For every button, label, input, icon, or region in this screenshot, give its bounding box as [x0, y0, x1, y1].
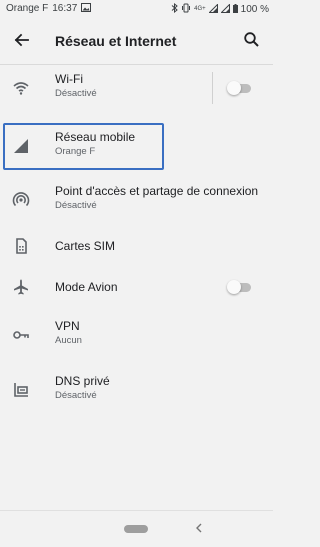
app-bar-divider [0, 64, 273, 65]
carrier-label: Orange F [6, 3, 49, 14]
setting-sim-cards[interactable]: Cartes SIM [0, 226, 273, 266]
setting-private-dns[interactable]: DNS privé Désactivé [0, 370, 273, 410]
setting-summary: Désactivé [55, 88, 97, 99]
setting-summary: Désactivé [55, 390, 97, 401]
search-icon[interactable] [243, 31, 261, 49]
focus-highlight [3, 123, 164, 170]
status-bar: Orange F 16:37 4G+ 100 % [0, 0, 273, 18]
wifi-toggle[interactable] [227, 81, 253, 95]
setting-label: Point d'accès et partage de connexion [55, 184, 259, 198]
nav-back-icon[interactable] [193, 521, 205, 535]
battery-level: 100 % [240, 3, 269, 15]
setting-label: Mode Avion [55, 280, 118, 294]
app-bar: Réseau et Internet [0, 18, 273, 64]
clock: 16:37 [52, 3, 78, 14]
airplane-mode-toggle[interactable] [227, 280, 253, 294]
bluetooth-icon [171, 2, 178, 15]
setting-summary: Désactivé [55, 200, 97, 211]
hotspot-icon [12, 191, 30, 209]
page-title: Réseau et Internet [55, 33, 177, 49]
setting-label: Cartes SIM [55, 239, 116, 253]
setting-label: DNS privé [55, 374, 110, 388]
battery-icon [232, 3, 238, 15]
wifi-icon [12, 79, 30, 97]
setting-vpn[interactable]: VPN Aucun [0, 315, 273, 355]
image-notification-icon [81, 3, 92, 14]
network-type-label: 4G+ [194, 6, 206, 12]
vertical-divider [212, 72, 213, 104]
navigation-bar [0, 510, 273, 547]
setting-label: VPN [55, 319, 80, 333]
home-pill-button[interactable] [124, 525, 148, 533]
vibrate-icon [181, 3, 191, 15]
sim-card-icon [12, 237, 30, 255]
vpn-key-icon [12, 326, 30, 344]
back-arrow-icon[interactable] [12, 30, 32, 50]
signal-strength-icon [207, 2, 218, 15]
signal-strength-2-icon [219, 2, 230, 15]
setting-hotspot[interactable]: Point d'accès et partage de connexion Dé… [0, 180, 273, 220]
airplane-icon [12, 278, 30, 296]
setting-label: Wi-Fi [55, 72, 83, 86]
private-dns-icon [12, 381, 30, 399]
setting-summary: Aucun [55, 335, 82, 346]
